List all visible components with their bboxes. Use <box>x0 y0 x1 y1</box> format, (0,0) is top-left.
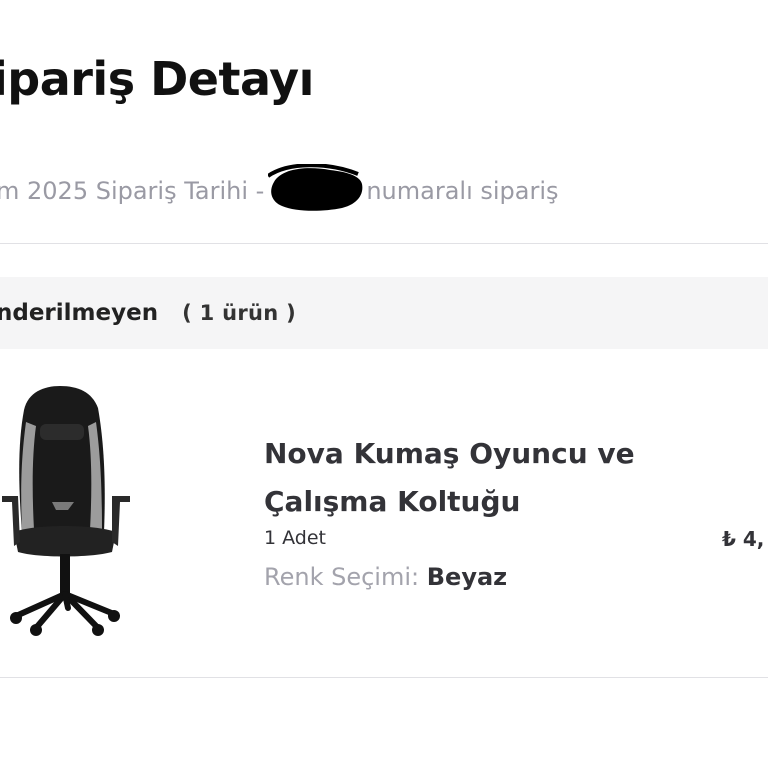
order-date-text: m 2025 Sipariş Tarihi - <box>0 177 265 205</box>
redacted-order-number <box>267 163 364 214</box>
product-name-link[interactable]: Nova Kumaş Oyuncu ve Çalışma Koltuğu <box>264 430 684 526</box>
item-divider <box>0 677 768 678</box>
option-label: Renk Seçimi: <box>264 563 420 591</box>
order-number-suffix: numaralı sipariş <box>366 177 559 205</box>
order-meta: m 2025 Sipariş Tarihi - numaralı sipariş <box>0 163 559 216</box>
product-price: ₺ 4, <box>722 527 765 551</box>
option-value: Beyaz <box>426 563 508 591</box>
shipment-item-count: ( 1 ürün ) <box>182 301 297 325</box>
shipment-group-header: nderilmeyen ( 1 ürün ) <box>0 277 768 349</box>
shipment-group-title: nderilmeyen <box>0 300 159 326</box>
gaming-chair-image[interactable] <box>0 382 142 638</box>
order-detail-page: ipariş Detayı m 2025 Sipariş Tarihi - nu… <box>0 0 768 768</box>
product-option: Renk Seçimi: Beyaz <box>264 563 507 591</box>
header-divider <box>0 243 768 244</box>
page-title: ipariş Detayı <box>0 52 314 106</box>
product-quantity: 1 Adet <box>264 527 326 549</box>
